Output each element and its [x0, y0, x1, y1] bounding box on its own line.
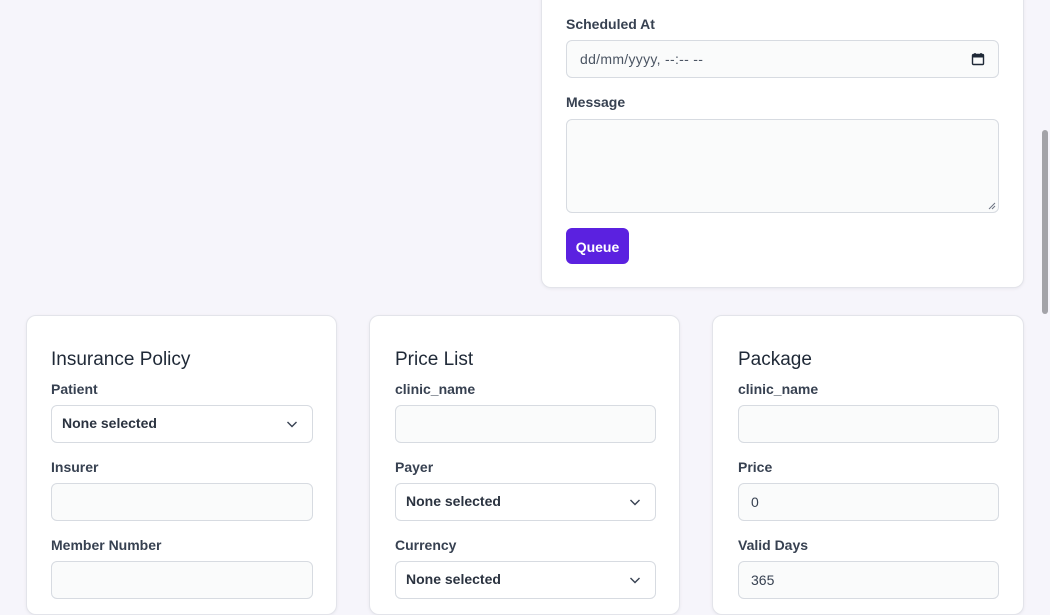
patient-label: Patient: [51, 381, 98, 397]
insurer-input[interactable]: [51, 483, 313, 521]
member-number-label: Member Number: [51, 537, 162, 553]
member-number-input[interactable]: [51, 561, 313, 599]
insurance-policy-card: Insurance Policy Patient None selected I…: [26, 315, 337, 615]
currency-label: Currency: [395, 537, 457, 553]
message-textarea[interactable]: [566, 119, 999, 213]
package-card: Package clinic_name Price 0 Valid Days 3…: [712, 315, 1024, 615]
chevron-down-icon: [630, 577, 640, 584]
valid-days-label: Valid Days: [738, 537, 809, 553]
price-input[interactable]: 0: [738, 483, 999, 521]
insurer-label: Insurer: [51, 459, 99, 475]
page-scrollbar[interactable]: [1040, 0, 1050, 590]
message-label: Message: [566, 94, 626, 110]
scrollbar-thumb[interactable]: [1042, 130, 1048, 314]
scheduled-at-label: Scheduled At: [566, 16, 655, 32]
notification-card: Scheduled At dd/mm/yyyy, --:-- -- Messag…: [541, 0, 1024, 288]
package-clinic-name-label: clinic_name: [738, 381, 819, 397]
currency-select[interactable]: None selected: [395, 561, 656, 599]
scheduled-at-value: dd/mm/yyyy, --:-- --: [580, 51, 704, 67]
insurance-policy-title: Insurance Policy: [51, 349, 191, 370]
valid-days-input[interactable]: 365: [738, 561, 999, 599]
currency-select-value: None selected: [406, 571, 501, 587]
scheduled-at-input[interactable]: dd/mm/yyyy, --:-- --: [566, 40, 999, 78]
queue-button[interactable]: Queue: [566, 228, 629, 264]
patient-select[interactable]: None selected: [51, 405, 313, 443]
price-list-clinic-name-label: clinic_name: [395, 381, 476, 397]
chevron-down-icon: [630, 499, 640, 506]
price-label: Price: [738, 459, 773, 475]
package-clinic-name-input[interactable]: [738, 405, 999, 443]
price-list-card: Price List clinic_name Payer None select…: [369, 315, 680, 615]
calendar-icon[interactable]: [971, 52, 985, 66]
package-title: Package: [738, 349, 812, 370]
price-list-title: Price List: [395, 349, 474, 370]
chevron-down-icon: [287, 421, 297, 428]
payer-select[interactable]: None selected: [395, 483, 656, 521]
price-list-clinic-name-input[interactable]: [395, 405, 656, 443]
payer-label: Payer: [395, 459, 434, 475]
resize-handle-icon[interactable]: [988, 202, 996, 210]
patient-select-value: None selected: [62, 415, 157, 431]
payer-select-value: None selected: [406, 493, 501, 509]
